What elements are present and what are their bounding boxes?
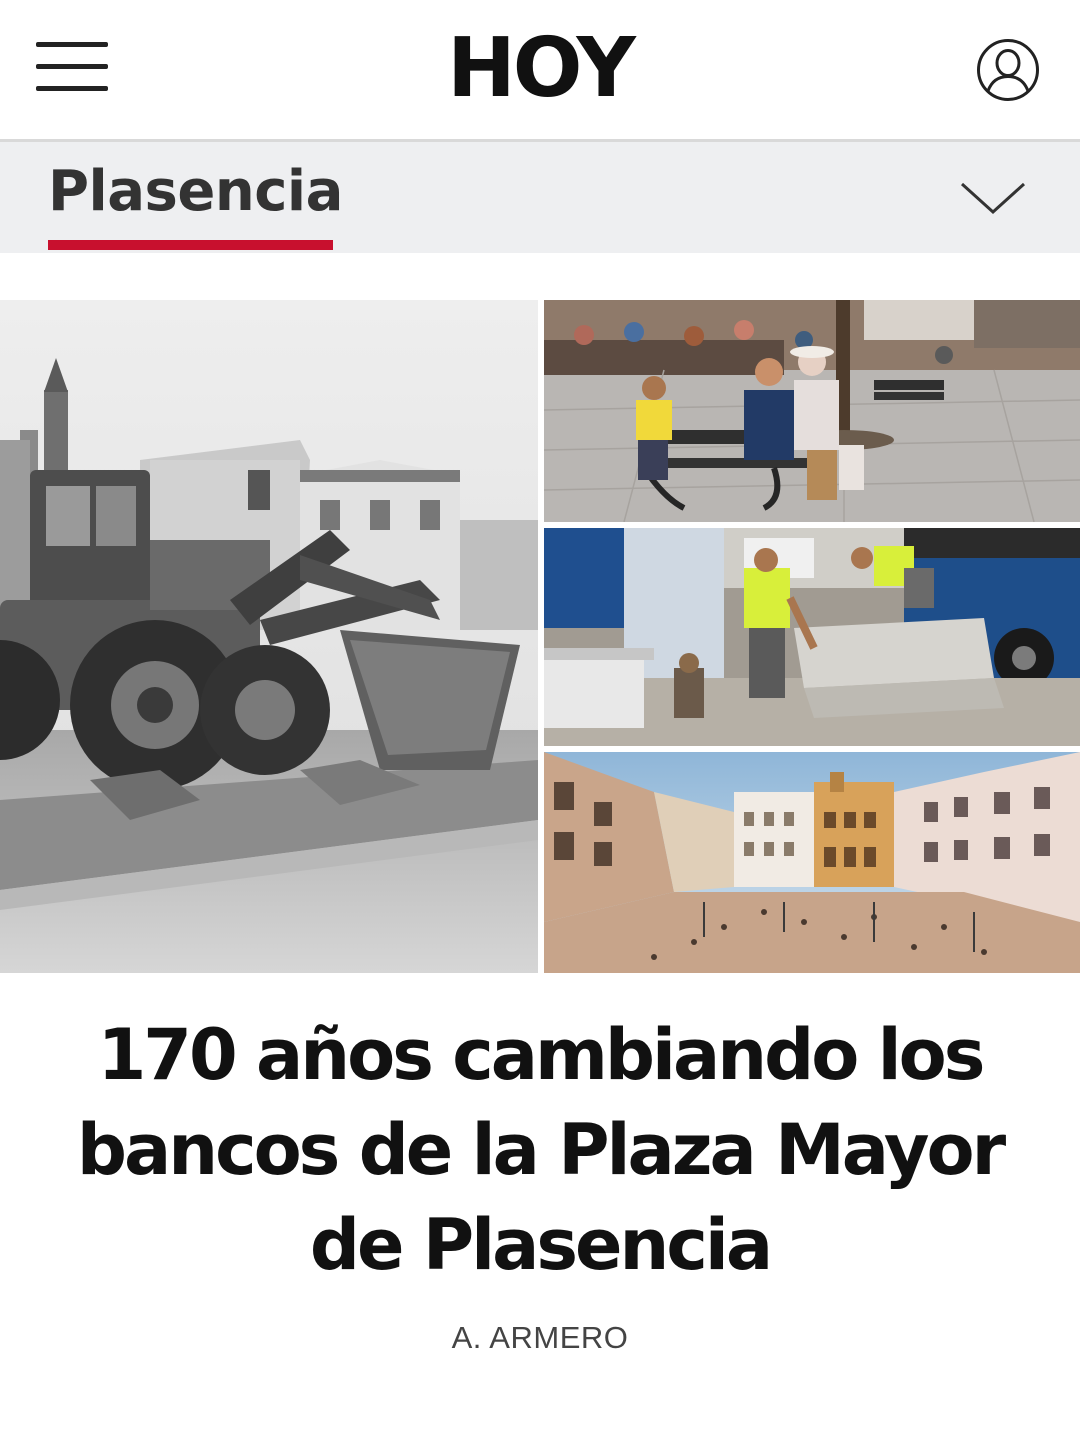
- article-title[interactable]: 170 años cambiando los bancos de la Plaz…: [40, 1008, 1040, 1293]
- photo-plaza-mayor-vintage: [544, 752, 1080, 973]
- site-logo[interactable]: HOY: [0, 22, 1080, 116]
- article-author: A. ARMERO: [451, 1320, 629, 1355]
- section-bar: Plasencia: [0, 142, 1080, 253]
- photo-excavator-bw: [0, 300, 538, 973]
- site-header: HOY: [0, 0, 1080, 142]
- photo-plaza-benches: [544, 300, 1080, 522]
- chevron-down-icon[interactable]: [958, 178, 1028, 218]
- user-account-icon[interactable]: [976, 38, 1040, 102]
- article-hero-image[interactable]: [0, 300, 1080, 973]
- photo-workers-installing-bench: [544, 528, 1080, 746]
- section-active-indicator: [48, 240, 333, 250]
- section-title[interactable]: Plasencia: [48, 160, 343, 224]
